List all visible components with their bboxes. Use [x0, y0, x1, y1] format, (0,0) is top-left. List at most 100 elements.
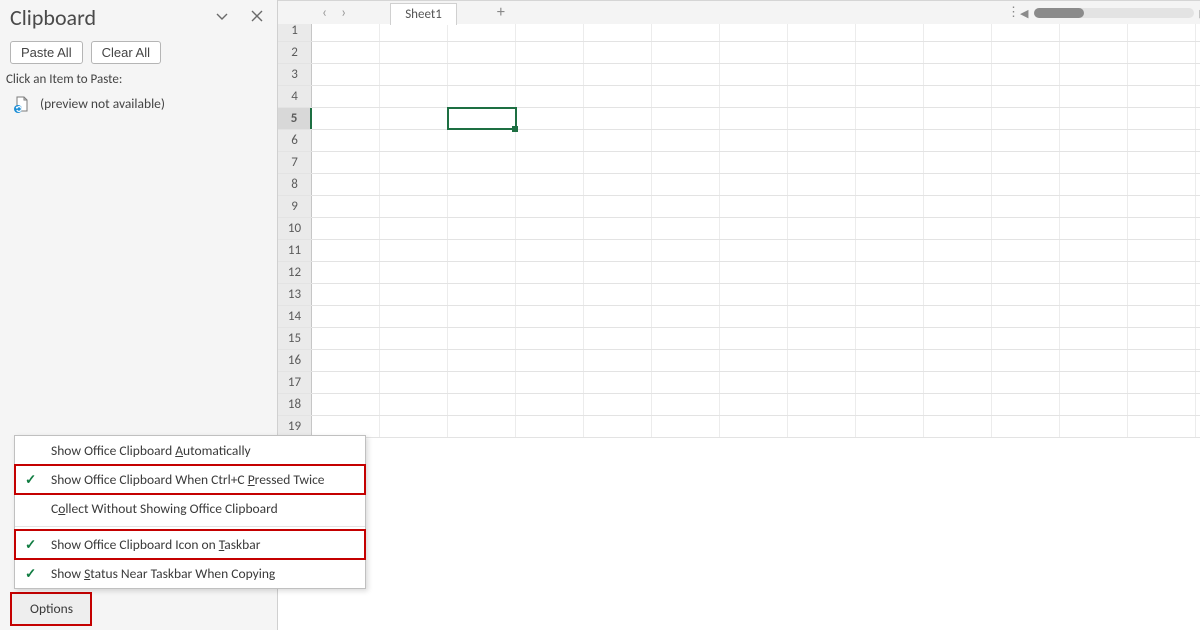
cell[interactable]: [788, 350, 856, 371]
cell[interactable]: [720, 218, 788, 239]
cell[interactable]: [584, 196, 652, 217]
cell[interactable]: [992, 284, 1060, 305]
cell[interactable]: [788, 64, 856, 85]
cell[interactable]: [1128, 262, 1196, 283]
cell[interactable]: [720, 372, 788, 393]
cell[interactable]: [1128, 416, 1196, 437]
cell[interactable]: [992, 218, 1060, 239]
cell[interactable]: [992, 64, 1060, 85]
cell[interactable]: [516, 174, 584, 195]
cell[interactable]: [992, 196, 1060, 217]
cell[interactable]: [924, 372, 992, 393]
cell[interactable]: [1060, 130, 1128, 151]
cell[interactable]: [652, 218, 720, 239]
row-header[interactable]: 11: [278, 240, 312, 261]
cell[interactable]: [720, 350, 788, 371]
cell[interactable]: [312, 86, 380, 107]
cell[interactable]: [380, 86, 448, 107]
cell[interactable]: [924, 350, 992, 371]
cell[interactable]: [924, 262, 992, 283]
cell[interactable]: [516, 328, 584, 349]
cell[interactable]: [992, 130, 1060, 151]
cell[interactable]: [516, 86, 584, 107]
cell[interactable]: [652, 108, 720, 129]
cell[interactable]: [516, 306, 584, 327]
cell[interactable]: [516, 218, 584, 239]
cell[interactable]: [312, 218, 380, 239]
row-header[interactable]: 4: [278, 86, 312, 107]
cell[interactable]: [584, 416, 652, 437]
cell[interactable]: [448, 394, 516, 415]
cell[interactable]: [924, 394, 992, 415]
cell[interactable]: [924, 328, 992, 349]
cell[interactable]: [992, 328, 1060, 349]
cell[interactable]: [652, 350, 720, 371]
cell[interactable]: [720, 86, 788, 107]
cell[interactable]: [312, 240, 380, 261]
cell[interactable]: [380, 262, 448, 283]
cell[interactable]: [448, 130, 516, 151]
cell[interactable]: [924, 108, 992, 129]
row-header[interactable]: 13: [278, 284, 312, 305]
options-menu-item[interactable]: Show Office Clipboard Automatically: [15, 436, 365, 465]
cell[interactable]: [1060, 86, 1128, 107]
cell[interactable]: [1060, 152, 1128, 173]
cell[interactable]: [516, 416, 584, 437]
cell[interactable]: [788, 262, 856, 283]
cell[interactable]: [652, 394, 720, 415]
cell[interactable]: [924, 42, 992, 63]
cell[interactable]: [448, 262, 516, 283]
cell[interactable]: [1128, 372, 1196, 393]
cell[interactable]: [788, 152, 856, 173]
row-header[interactable]: 19: [278, 416, 312, 437]
cell[interactable]: [380, 64, 448, 85]
row-header[interactable]: 2: [278, 42, 312, 63]
cell[interactable]: [1060, 196, 1128, 217]
cell[interactable]: [584, 262, 652, 283]
cell[interactable]: [1128, 130, 1196, 151]
cell[interactable]: [380, 174, 448, 195]
cell[interactable]: [448, 350, 516, 371]
clipboard-item[interactable]: (preview not available): [0, 89, 277, 118]
cell[interactable]: [584, 240, 652, 261]
cell[interactable]: [516, 262, 584, 283]
cell[interactable]: [856, 108, 924, 129]
cell[interactable]: [312, 394, 380, 415]
row-header[interactable]: 9: [278, 196, 312, 217]
cell[interactable]: [720, 174, 788, 195]
cell[interactable]: [584, 350, 652, 371]
cell[interactable]: [516, 240, 584, 261]
cell[interactable]: [448, 240, 516, 261]
cell[interactable]: [856, 240, 924, 261]
cell[interactable]: [448, 416, 516, 437]
cell[interactable]: [1128, 394, 1196, 415]
cell[interactable]: [788, 306, 856, 327]
cell[interactable]: [720, 108, 788, 129]
row-header[interactable]: 15: [278, 328, 312, 349]
cell[interactable]: [856, 416, 924, 437]
cell[interactable]: [856, 130, 924, 151]
row-header[interactable]: 18: [278, 394, 312, 415]
cell[interactable]: [1128, 108, 1196, 129]
cell[interactable]: [720, 284, 788, 305]
sheet-prev-icon[interactable]: ‹: [322, 4, 327, 22]
cell[interactable]: [516, 130, 584, 151]
cell[interactable]: [720, 306, 788, 327]
cell[interactable]: [312, 42, 380, 63]
cell[interactable]: [856, 394, 924, 415]
cell[interactable]: [924, 174, 992, 195]
cell[interactable]: [924, 218, 992, 239]
cell[interactable]: [992, 394, 1060, 415]
cell[interactable]: [788, 86, 856, 107]
cell[interactable]: [652, 174, 720, 195]
row-header[interactable]: 5: [278, 108, 312, 129]
cell[interactable]: [1060, 240, 1128, 261]
cell[interactable]: [652, 240, 720, 261]
cell[interactable]: [448, 218, 516, 239]
cell[interactable]: [1060, 218, 1128, 239]
cell[interactable]: [1060, 174, 1128, 195]
cell[interactable]: [924, 416, 992, 437]
cell[interactable]: [380, 152, 448, 173]
cell[interactable]: [516, 372, 584, 393]
clear-all-button[interactable]: Clear All: [91, 41, 161, 64]
